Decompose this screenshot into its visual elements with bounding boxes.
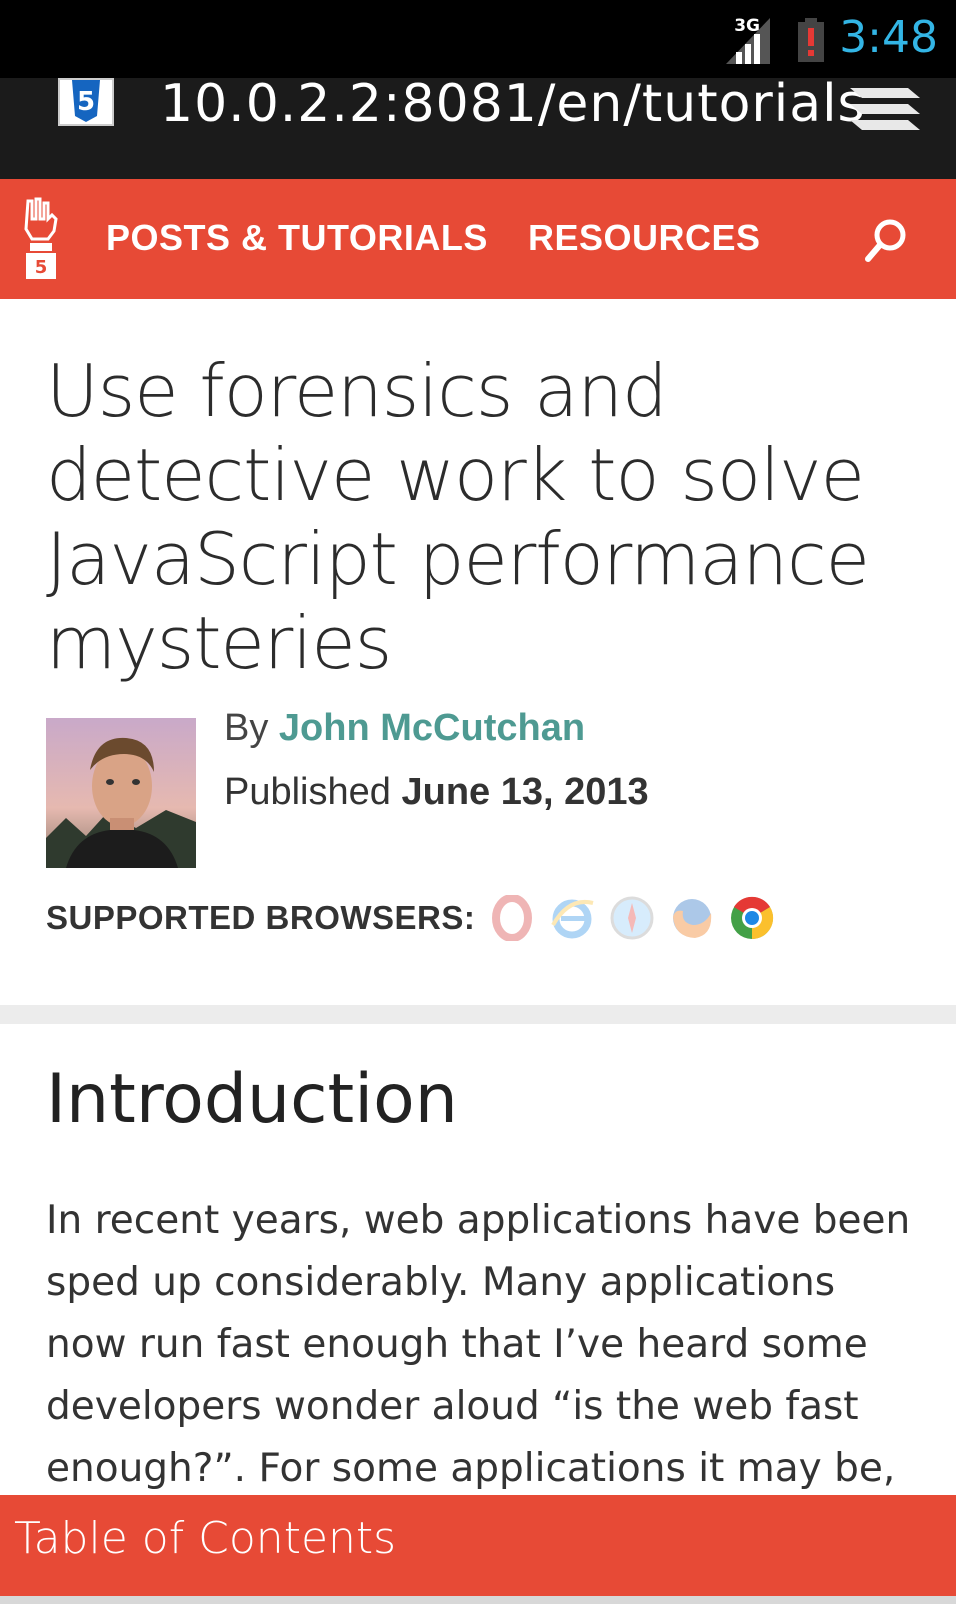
published-prefix: Published	[224, 771, 391, 813]
table-of-contents-bar[interactable]: Table of Contents	[0, 1495, 956, 1604]
opera-icon	[492, 895, 533, 941]
html5-rocks-logo[interactable]: 5	[18, 197, 64, 283]
supported-browsers-label: SUPPORTED BROWSERS:	[46, 899, 476, 936]
url-text[interactable]: 10.0.2.2:8081/en/tutorials	[160, 78, 866, 134]
signal-icon	[726, 18, 770, 64]
chrome-icon	[731, 896, 774, 940]
nav-posts-tutorials[interactable]: POSTS & TUTORIALS	[106, 217, 488, 259]
status-bar: 3G 3:48	[0, 0, 956, 78]
section-heading: Introduction	[46, 1060, 458, 1139]
firefox-icon	[673, 899, 712, 938]
publish-date: June 13, 2013	[401, 771, 649, 813]
nav-resources[interactable]: RESOURCES	[528, 217, 761, 259]
intro-paragraph: In recent years, web applications have b…	[46, 1198, 911, 1491]
article-header: Use forensics and detective work to solv…	[0, 299, 956, 1005]
toc-label[interactable]: Table of Contents	[14, 1513, 396, 1564]
site-nav: 5 POSTS & TUTORIALS RESOURCES	[0, 179, 956, 299]
battery-alert-icon	[798, 18, 824, 62]
html5-icon: 5	[58, 78, 114, 126]
by-prefix: By	[224, 707, 269, 749]
safari-icon	[610, 896, 654, 940]
author-avatar	[46, 718, 196, 868]
divider	[0, 1596, 956, 1604]
search-icon[interactable]	[862, 217, 910, 265]
svg-text:5: 5	[77, 87, 95, 117]
supported-browsers: SUPPORTED BROWSERS:	[46, 895, 775, 941]
svg-text:5: 5	[35, 257, 48, 278]
byline: By John McCutchan	[224, 707, 585, 750]
stack-menu-icon[interactable]	[850, 84, 920, 132]
clock: 3:48	[839, 12, 938, 63]
published-info: Published June 13, 2013	[224, 771, 649, 814]
browser-url-bar[interactable]: 5 10.0.2.2:8081/en/tutorials	[0, 78, 956, 179]
browser-icons	[489, 895, 775, 941]
article-title: Use forensics and detective work to solv…	[46, 349, 870, 685]
ie-icon	[551, 899, 594, 939]
author-link[interactable]: John McCutchan	[279, 707, 585, 749]
